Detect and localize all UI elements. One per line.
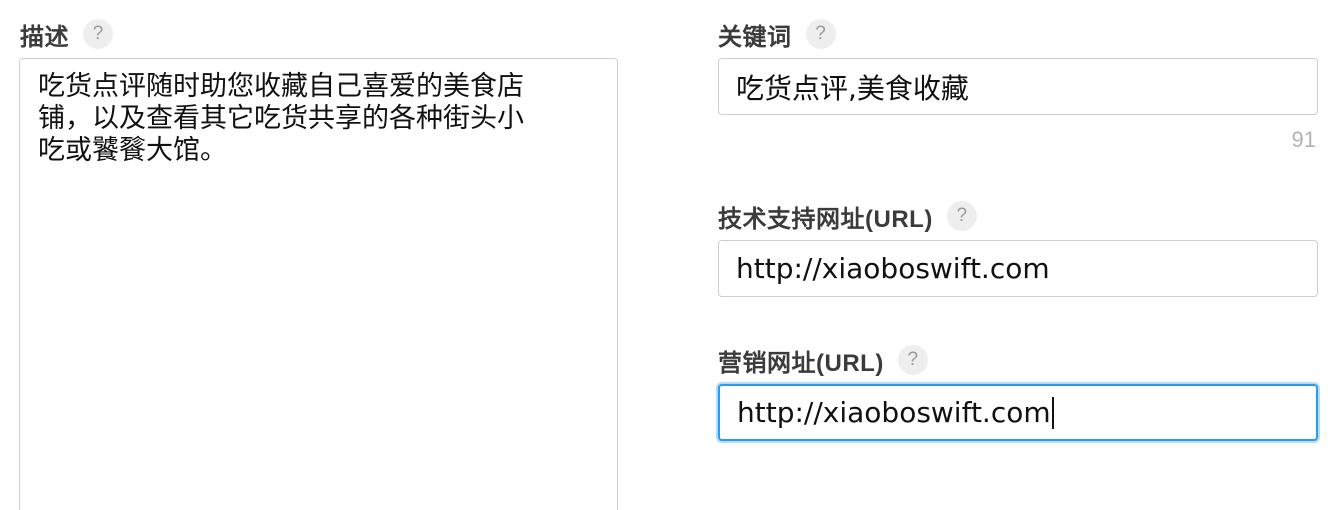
marketing-url-label-row: 营销网址(URL) ? <box>718 342 928 378</box>
marketing-url-help-icon[interactable]: ? <box>897 345 928 375</box>
marketing-url-label: 营销网址(URL) <box>718 349 884 377</box>
keywords-label: 关键词 <box>718 23 792 51</box>
text-caret <box>1051 396 1054 429</box>
description-help-icon[interactable]: ? <box>83 19 113 49</box>
support-url-help-icon[interactable]: ? <box>946 201 977 231</box>
description-label-row: 描述 ? <box>20 16 113 52</box>
keywords-help-icon[interactable]: ? <box>805 19 836 49</box>
keywords-input-value: 吃货点评,美食收藏 <box>736 71 969 105</box>
description-textarea[interactable]: 吃货点评随时助您收藏自己喜爱的美食店 铺，以及查看其它吃货共享的各种街头小 吃或… <box>19 58 618 510</box>
description-label: 描述 <box>20 23 69 51</box>
support-url-input[interactable]: http://xiaoboswift.com <box>718 240 1318 297</box>
marketing-url-input-value: http://xiaoboswift.com <box>737 396 1051 429</box>
keywords-input[interactable]: 吃货点评,美食收藏 <box>718 58 1318 115</box>
marketing-url-input[interactable]: http://xiaoboswift.com <box>718 384 1318 441</box>
app-metadata-form: 描述 ? 吃货点评随时助您收藏自己喜爱的美食店 铺，以及查看其它吃货共享的各种街… <box>0 0 1340 510</box>
keywords-label-row: 关键词 ? <box>718 16 836 52</box>
support-url-label-row: 技术支持网址(URL) ? <box>718 198 977 234</box>
support-url-label: 技术支持网址(URL) <box>718 205 933 233</box>
keywords-remaining-count: 91 <box>1291 127 1316 152</box>
support-url-input-value: http://xiaoboswift.com <box>736 252 1050 285</box>
